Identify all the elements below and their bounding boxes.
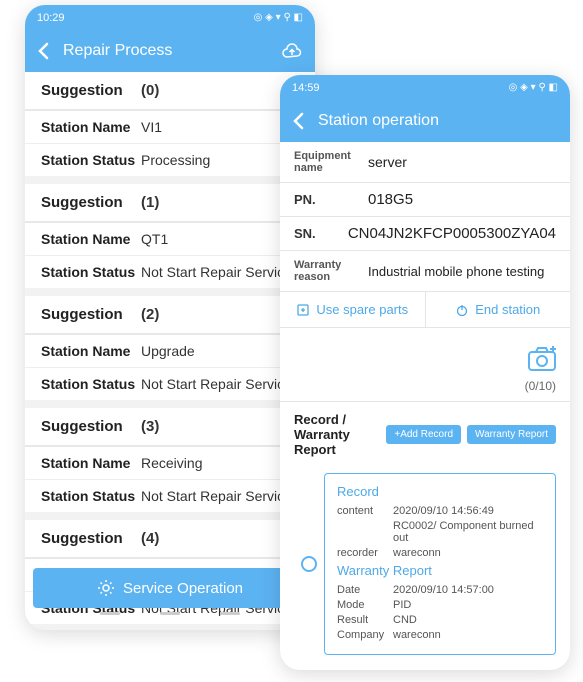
wr-date: 2020/09/10 14:57:00 bbox=[393, 584, 543, 596]
page-title: Station operation bbox=[318, 112, 558, 130]
add-record-button[interactable]: +Add Record bbox=[386, 425, 461, 444]
record-content-time: 2020/09/10 14:56:49 bbox=[393, 505, 543, 517]
app-header: Repair Process bbox=[25, 30, 315, 72]
station-name: VI1 bbox=[141, 119, 299, 135]
repair-list: Suggestion(0) Station NameVI1 Station St… bbox=[25, 72, 315, 630]
record-content-detail: RC0002/ Component burned out bbox=[393, 520, 543, 544]
warranty-report-button[interactable]: Warranty Report bbox=[467, 425, 556, 444]
page-title: Repair Process bbox=[63, 42, 281, 60]
sn-value: CN04JN2KFCP0005300ZYA04 bbox=[348, 225, 556, 242]
warranty-report-subtitle: Warranty Report bbox=[337, 563, 543, 578]
equipment-name: server bbox=[368, 154, 556, 170]
phone-station-operation: 14:59 ◎ ◈ ▾ ⚲ ◧ Station operation Equipm… bbox=[280, 75, 570, 670]
suggestion-group[interactable]: Suggestion(3) Station NameReceiving Stat… bbox=[25, 408, 315, 512]
suggestion-group[interactable]: Suggestion(2) Station NameUpgrade Statio… bbox=[25, 296, 315, 400]
phone-repair-process: 10:29 ◎ ◈ ▾ ⚲ ◧ Repair Process Suggestio… bbox=[25, 5, 315, 630]
end-station-button[interactable]: End station bbox=[426, 292, 571, 327]
suggestion-group[interactable]: Suggestion(1) Station NameQT1 Station St… bbox=[25, 184, 315, 288]
sn-label: SN. bbox=[294, 226, 348, 241]
station-status: Processing bbox=[141, 152, 299, 168]
pn-label: PN. bbox=[294, 192, 368, 207]
record-section-title: Record / Warranty Report bbox=[294, 412, 380, 457]
use-spare-parts-button[interactable]: Use spare parts bbox=[280, 292, 426, 327]
status-icons: ◎ ◈ ▾ ⚲ ◧ bbox=[509, 82, 558, 93]
status-time: 10:29 bbox=[37, 12, 65, 24]
back-icon[interactable] bbox=[37, 42, 51, 60]
record-card[interactable]: Record content2020/09/10 14:56:49 RC0002… bbox=[324, 473, 556, 655]
record-recorder: wareconn bbox=[393, 547, 543, 559]
action-bar: Use spare parts End station bbox=[280, 292, 570, 328]
warranty-reason-label: Warranty reason bbox=[294, 259, 368, 283]
wr-mode: PID bbox=[393, 599, 543, 611]
status-time: 14:59 bbox=[292, 82, 320, 94]
pn-value: 018G5 bbox=[368, 191, 556, 208]
back-icon[interactable] bbox=[292, 112, 306, 130]
service-operation-button[interactable]: Service Operation bbox=[33, 568, 307, 608]
station-info: Equipment nameserver PN.018G5 SN.CN04JN2… bbox=[280, 142, 570, 292]
wr-result: CND bbox=[393, 614, 543, 626]
record-header: Record / Warranty Report +Add Record War… bbox=[280, 401, 570, 467]
suggestion-index: (0) bbox=[141, 82, 299, 99]
wr-company: wareconn bbox=[393, 629, 543, 641]
android-nav-bar bbox=[25, 612, 315, 626]
spare-parts-icon bbox=[296, 303, 310, 317]
station-name-label: Station Name bbox=[41, 119, 141, 135]
warranty-reason: Industrial mobile phone testing bbox=[368, 264, 556, 279]
suggestion-group[interactable]: Suggestion(0) Station NameVI1 Station St… bbox=[25, 72, 315, 176]
photo-count: (0/10) bbox=[294, 379, 556, 393]
power-icon bbox=[455, 303, 469, 317]
photo-upload-area[interactable]: (0/10) bbox=[280, 328, 570, 401]
service-operation-label: Service Operation bbox=[123, 580, 243, 597]
status-icons: ◎ ◈ ▾ ⚲ ◧ bbox=[254, 12, 303, 23]
cloud-upload-icon[interactable] bbox=[281, 43, 303, 59]
status-bar: 14:59 ◎ ◈ ▾ ⚲ ◧ bbox=[280, 75, 570, 100]
record-subtitle: Record bbox=[337, 484, 543, 499]
station-status-label: Station Status bbox=[41, 152, 141, 168]
equipment-name-label: Equipment name bbox=[294, 150, 368, 174]
gear-icon bbox=[97, 579, 115, 597]
app-header: Station operation bbox=[280, 100, 570, 142]
suggestion-label: Suggestion bbox=[41, 82, 141, 99]
status-bar: 10:29 ◎ ◈ ▾ ⚲ ◧ bbox=[25, 5, 315, 30]
camera-icon bbox=[526, 344, 556, 370]
